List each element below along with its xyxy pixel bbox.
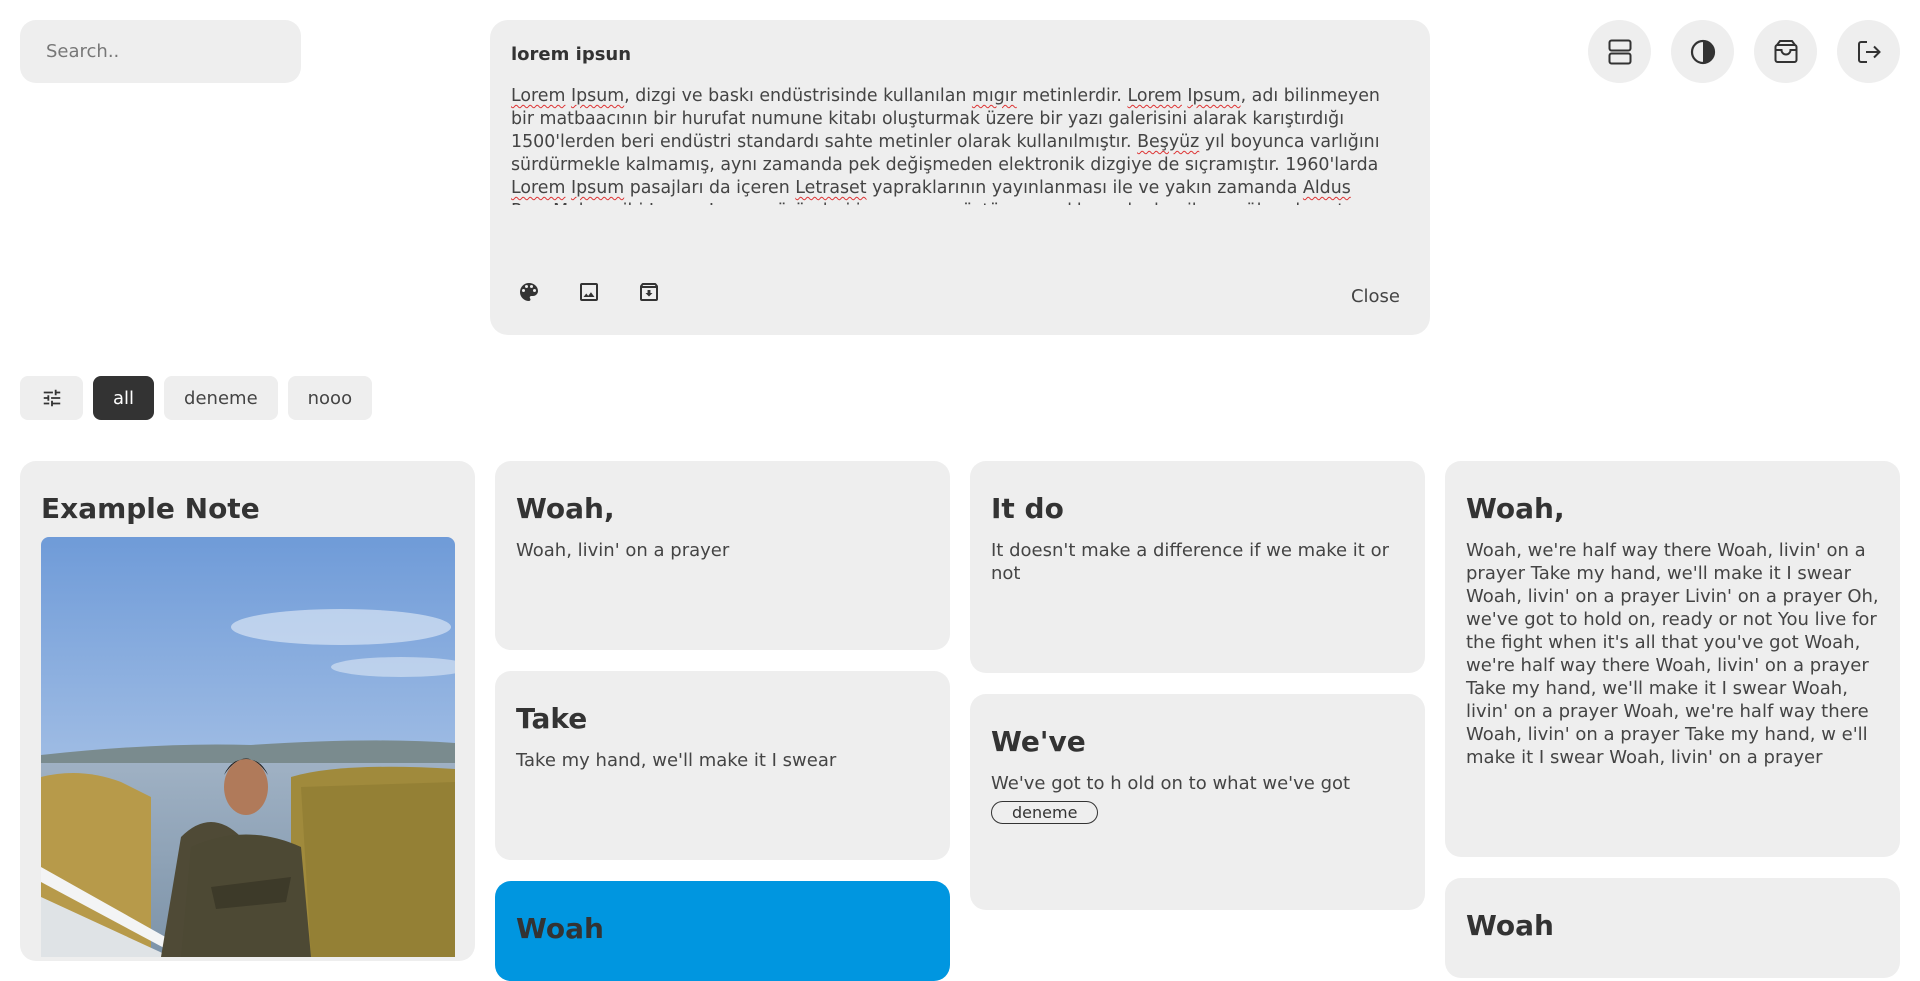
note-text: Woah, livin' on a prayer xyxy=(516,540,730,561)
filter-chip-deneme[interactable]: deneme xyxy=(164,376,278,420)
note-card[interactable]: Example Note xyxy=(20,461,475,961)
misspelled-word: Lorem xyxy=(649,201,703,205)
misspelled-word: Lorem xyxy=(511,178,566,198)
note-title: Take xyxy=(516,702,588,735)
note-card[interactable]: Woah xyxy=(495,881,950,981)
text-segment: sürümleri içeren masaüstü yayıncılık yaz… xyxy=(762,201,1367,205)
note-text: Take my hand, we'll make it I swear xyxy=(516,750,837,771)
note-tag[interactable]: deneme xyxy=(991,801,1099,824)
text-segment: pasajları da içeren xyxy=(624,178,796,198)
note-composer: lorem ipsun Lorem Ipsum, dizgi ve baskı … xyxy=(490,20,1430,335)
tune-icon[interactable] xyxy=(20,376,83,420)
note-text: We've got to h old on to what we've got xyxy=(991,773,1351,794)
top-actions xyxy=(1588,20,1900,83)
filter-chip-nooo[interactable]: nooo xyxy=(287,376,373,420)
misspelled-word: Ipsum xyxy=(570,178,625,198)
misspelled-word: mıgır xyxy=(971,86,1017,106)
filter-bar: all deneme nooo xyxy=(20,376,373,420)
note-card[interactable]: Woah, Woah, livin' on a prayer xyxy=(495,461,950,650)
note-title: Example Note xyxy=(41,492,260,525)
contrast-icon[interactable] xyxy=(1671,20,1734,83)
logout-icon[interactable] xyxy=(1837,20,1900,83)
text-segment: , dizgi ve baskı endüstrisinde kullanıla… xyxy=(624,86,972,106)
layout-icon[interactable] xyxy=(1588,20,1651,83)
note-title: We've xyxy=(991,725,1086,758)
image-icon[interactable] xyxy=(572,275,606,309)
archive-box-icon[interactable] xyxy=(1754,20,1817,83)
misspelled-word: Beşyüz xyxy=(1137,132,1200,152)
note-text: It doesn't make a difference if we make … xyxy=(991,540,1390,584)
note-card[interactable]: Woah, Woah, we're half way there Woah, l… xyxy=(1445,461,1900,857)
note-title: It do xyxy=(991,492,1064,525)
palette-icon[interactable] xyxy=(512,275,546,309)
misspelled-word: Aldus xyxy=(1302,178,1351,198)
misspelled-word: Letraset xyxy=(795,178,867,198)
archive-icon[interactable] xyxy=(632,275,666,309)
text-segment: yapraklarının yayınlanması ile ve yakın … xyxy=(866,178,1303,198)
note-card[interactable]: We've We've got to h old on to what we'v… xyxy=(970,694,1425,910)
search-input[interactable] xyxy=(20,20,301,83)
misspelled-word: Lorem xyxy=(511,86,566,106)
note-card[interactable]: It do It doesn't make a difference if we… xyxy=(970,461,1425,673)
misspelled-word: PageMaker xyxy=(511,201,606,205)
note-title: Woah, xyxy=(516,492,615,525)
filter-chip-all[interactable]: all xyxy=(93,376,155,420)
close-button[interactable]: Close xyxy=(1351,286,1400,307)
text-segment: gibi xyxy=(606,201,649,205)
note-title: Woah, xyxy=(1466,492,1565,525)
misspelled-word: Ipsum xyxy=(1187,86,1241,106)
misspelled-word: Ipsum xyxy=(709,201,762,205)
note-title: Woah xyxy=(516,912,604,945)
misspelled-word: Lorem xyxy=(1127,86,1182,106)
text-segment: metinlerdir. xyxy=(1016,86,1128,106)
note-image xyxy=(41,537,455,957)
note-text: Woah, we're half way there Woah, livin' … xyxy=(1466,540,1879,768)
note-card[interactable]: Woah xyxy=(1445,878,1900,978)
note-card[interactable]: Take Take my hand, we'll make it I swear xyxy=(495,671,950,860)
composer-body[interactable]: Lorem Ipsum, dizgi ve baskı endüstrisind… xyxy=(511,85,1391,205)
misspelled-word: Ipsum xyxy=(570,86,625,106)
composer-title[interactable]: lorem ipsun xyxy=(511,44,1409,65)
composer-toolbar xyxy=(512,275,666,309)
note-title: Woah xyxy=(1466,909,1554,942)
